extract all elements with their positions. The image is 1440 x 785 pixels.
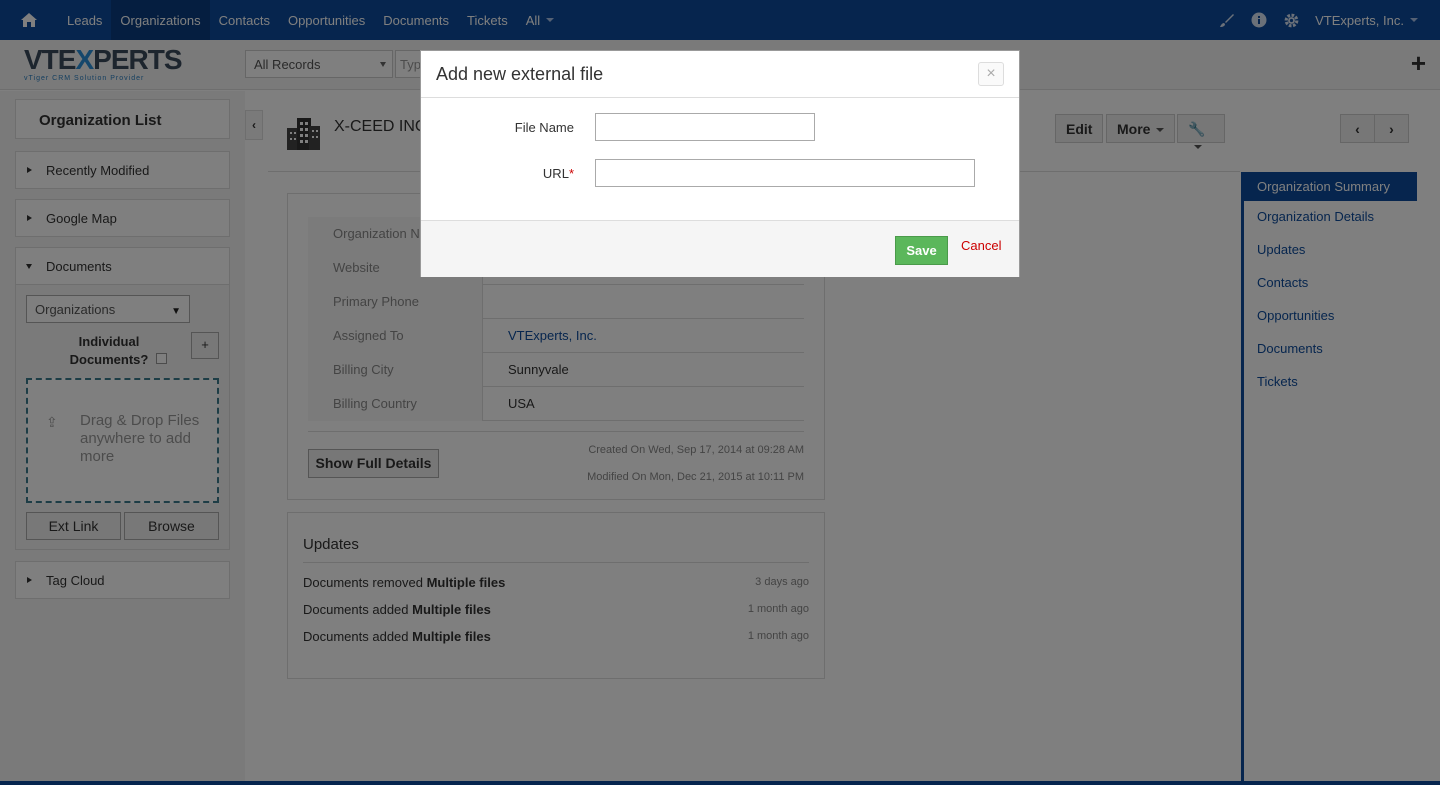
dialog-footer: Save Cancel (421, 220, 1019, 277)
close-icon[interactable]: × (978, 62, 1004, 86)
add-external-file-dialog: Add new external file × File Name URL* S… (420, 50, 1020, 277)
url-label: URL (542, 166, 569, 181)
dialog-header: Add new external file × (421, 51, 1019, 98)
file-name-input[interactable] (595, 113, 815, 141)
url-input[interactable] (595, 159, 975, 187)
cancel-link[interactable]: Cancel (961, 238, 1001, 253)
url-label-wrap: URL* (543, 166, 574, 181)
save-button[interactable]: Save (895, 236, 948, 265)
required-asterisk: * (568, 166, 574, 181)
file-name-label: File Name (514, 120, 574, 135)
dialog-title: Add new external file (436, 64, 604, 84)
